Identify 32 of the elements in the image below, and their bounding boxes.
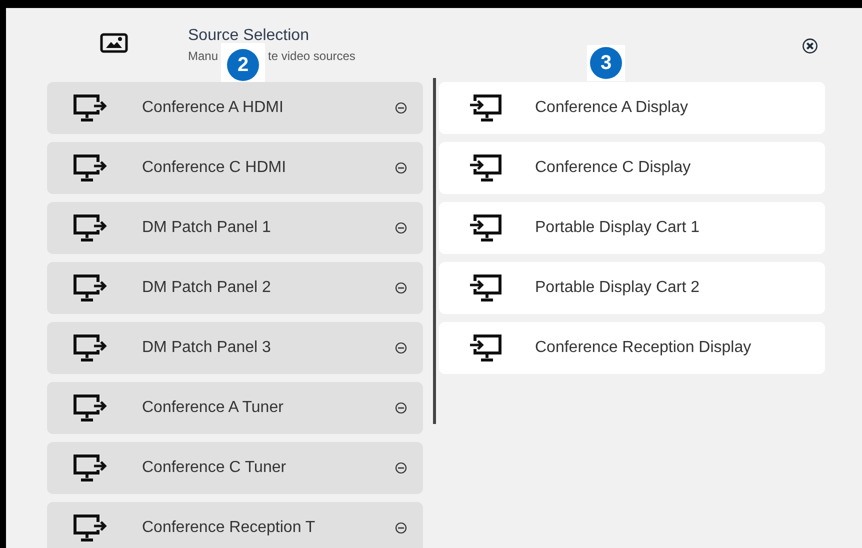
display-item[interactable]: Portable Display Cart 2 [439,262,825,314]
dialog-subtitle: te video sources [268,49,356,63]
minus-circle-icon[interactable] [395,522,407,534]
source-item[interactable]: Conference C Tuner [47,442,423,494]
monitor-input-icon [469,333,503,363]
source-item[interactable]: Conference C HDMI [47,142,423,194]
source-item[interactable]: Conference A Tuner [47,382,423,434]
monitor-input-icon [469,273,503,303]
source-item[interactable]: DM Patch Panel 2 [47,262,423,314]
source-item[interactable]: Conference A HDMI [47,82,423,134]
minus-circle-icon[interactable] [395,462,407,474]
display-item[interactable]: Conference A Display [439,82,825,134]
monitor-input-icon [469,153,503,183]
source-item[interactable]: Conference Reception T [47,502,423,548]
close-icon[interactable] [802,38,818,54]
display-item[interactable]: Conference Reception Display [439,322,825,374]
minus-circle-icon[interactable] [395,342,407,354]
display-item[interactable]: Portable Display Cart 1 [439,202,825,254]
dialog-title: Source Selection [188,27,310,45]
display-item[interactable]: Conference C Display [439,142,825,194]
callout-badge: 3 [587,45,625,81]
minus-circle-icon[interactable] [395,402,407,414]
source-item[interactable]: DM Patch Panel 1 [47,202,423,254]
minus-circle-icon[interactable] [395,102,407,114]
source-item[interactable]: DM Patch Panel 3 [47,322,423,374]
minus-circle-icon[interactable] [395,162,407,174]
dialog-subtitle: Manu [188,49,218,63]
image-icon [100,33,128,53]
minus-circle-icon[interactable] [395,282,407,294]
monitor-input-icon [469,213,503,243]
monitor-input-icon [469,93,503,123]
minus-circle-icon[interactable] [395,222,407,234]
